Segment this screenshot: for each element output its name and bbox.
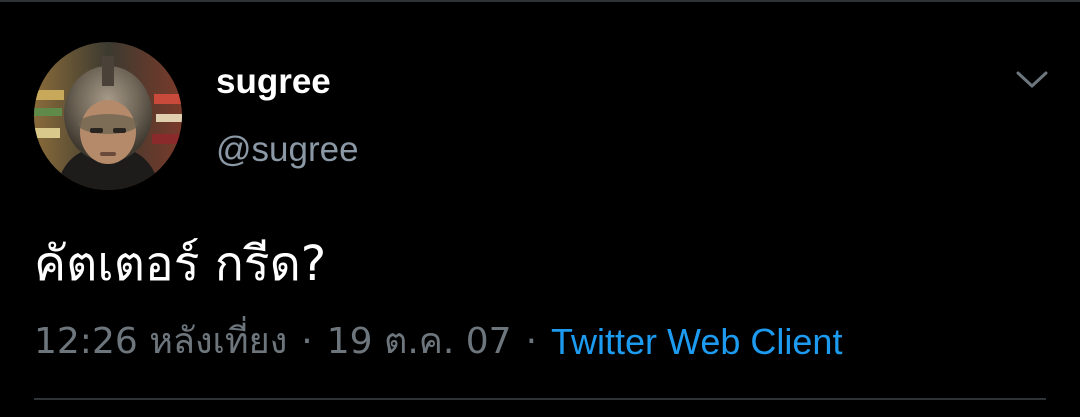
bottom-divider xyxy=(34,398,1046,400)
top-divider xyxy=(0,0,1080,2)
more-options-button[interactable] xyxy=(1008,58,1056,102)
tweet-source-link[interactable]: Twitter Web Client xyxy=(551,316,842,368)
avatar[interactable] xyxy=(34,42,182,190)
tweet-meta: 12:26 หลังเที่ยง · 19 ต.ค. 07 · Twitter … xyxy=(34,316,842,368)
author-display-name[interactable]: sugree xyxy=(216,58,331,106)
tweet-date[interactable]: 19 ต.ค. 07 xyxy=(327,316,512,368)
chevron-down-icon xyxy=(1016,71,1048,88)
avatar-image xyxy=(34,42,182,190)
meta-separator: · xyxy=(525,321,538,362)
tweet-text: คัตเตอร์ กรีด? xyxy=(34,236,327,292)
tweet-time[interactable]: 12:26 หลังเที่ยง xyxy=(34,316,287,368)
meta-separator: · xyxy=(301,321,313,362)
author-handle[interactable]: @sugree xyxy=(216,126,359,174)
